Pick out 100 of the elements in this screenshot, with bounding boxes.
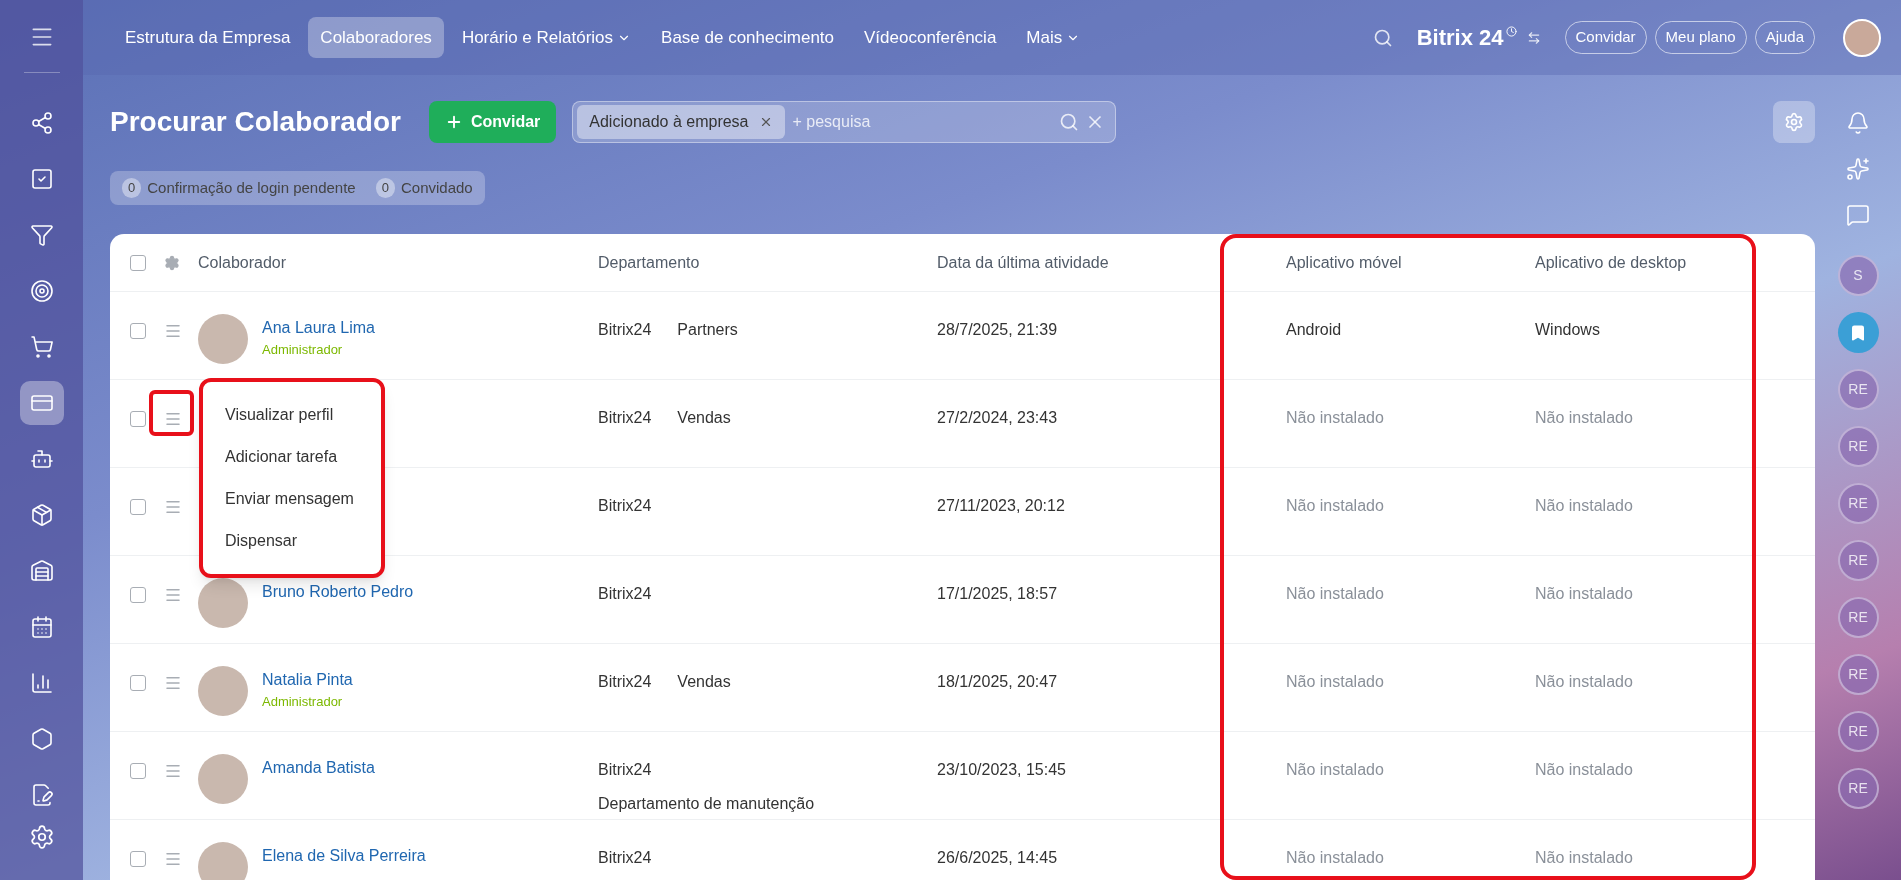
settings-icon [1784,112,1804,132]
activity-date: 17/1/2025, 18:57 [937,584,1059,604]
column-header[interactable]: Data da última atividade [937,250,1286,275]
contact-avatar[interactable]: RE [1837,369,1879,410]
department-text: Partners [677,320,738,340]
logo[interactable]: Bitrix 24 [1416,21,1504,54]
menu-item[interactable]: Visualizar perfil [203,394,381,436]
department-text: Bitrix24 [598,760,652,780]
mobile-app-status: Não instalado [1286,848,1385,868]
mobile-app-status: Não instalado [1286,760,1385,780]
department-text: Bitrix24 [598,672,652,692]
sparkle-icon[interactable] [1846,157,1870,181]
menu-item[interactable]: Dispensar [203,520,381,562]
settings-button[interactable] [1773,101,1815,143]
swap-icon[interactable] [1526,30,1541,45]
box-icon [29,503,54,527]
activity-date: 28/7/2025, 21:39 [937,320,1059,340]
activity-date: 27/2/2024, 23:43 [937,408,1059,428]
column-header[interactable]: Colaborador [198,250,598,275]
row-menu-icon[interactable] [164,322,182,340]
nav-tab[interactable]: Estrutura da Empresa [113,16,303,59]
search-field[interactable]: Adicionado à empresa + pesquisa [572,101,1117,143]
clock-icon [1505,26,1517,37]
nav-tab[interactable]: Colaboradores [308,16,444,59]
mobile-app-status: Não instalado [1286,408,1385,428]
activity-date: 23/10/2023, 15:45 [937,760,1067,780]
gear-icon[interactable] [164,254,180,271]
activity-date: 27/11/2023, 20:12 [937,496,1066,516]
nodes-icon [29,111,54,135]
target-icon [29,279,54,303]
invite-button[interactable]: Convidar [428,101,557,143]
desktop-app-status: Não instalado [1535,496,1634,516]
desktop-app-status: Não instalado [1535,584,1634,604]
row-menu-icon[interactable] [164,586,182,604]
nav-tab[interactable]: Horário e Relatórios [449,16,644,59]
row-menu-icon[interactable] [164,410,182,428]
row-checkbox[interactable] [130,411,146,427]
cart-icon [29,335,54,359]
nav-tab[interactable]: Vídeoconferência [852,16,1009,59]
row-menu-icon[interactable] [164,498,182,516]
row-checkbox[interactable] [130,851,146,867]
menu-item[interactable]: Enviar mensagem [203,478,381,520]
bell-icon[interactable] [1846,111,1870,135]
menu-item[interactable]: Adicionar tarefa [203,436,381,478]
row-checkbox[interactable] [130,675,146,691]
department-text: Bitrix24 [598,584,652,604]
row-menu-icon[interactable] [164,762,182,780]
employee-name-link[interactable]: Amanda Batista [262,756,375,780]
nav-tab[interactable]: Mais [1014,16,1093,59]
chat-icon[interactable] [1846,203,1870,227]
employee-name-link[interactable]: Ana Laura Lima [262,316,375,340]
funnel-icon [29,223,54,247]
settings-icon[interactable] [28,824,55,850]
contact-avatar[interactable]: RE [1837,597,1879,638]
department-text: Vendas [677,408,731,428]
robot-icon [29,447,54,471]
row-checkbox[interactable] [130,763,146,779]
role-label: Administrador [262,693,344,711]
role-label: Administrador [262,341,344,359]
employee-name-link[interactable]: Elena de Silva Perreira [262,844,426,868]
column-header[interactable]: Aplicativo de desktop [1535,250,1815,275]
column-header[interactable]: Departamento [598,250,937,275]
department-text: Departamento de manutenção [598,794,816,814]
row-menu-icon[interactable] [164,674,182,692]
contact-avatar[interactable]: RE [1837,483,1879,524]
row-checkbox[interactable] [130,587,146,603]
row-checkbox[interactable] [130,499,146,515]
counter-label[interactable]: Confirmação de login pendente [147,176,356,200]
contact-avatar[interactable]: RE [1837,426,1879,467]
employee-name-link[interactable]: Natalia Pinta [262,668,353,692]
bookmark-icon [1849,323,1867,342]
department-text: Vendas [677,672,731,692]
bar-chart-icon [29,671,54,695]
counter-badge: 0 [122,178,142,198]
nav-tab[interactable]: Base de conhecimento [649,16,846,59]
desktop-app-status: Não instalado [1535,760,1634,780]
bookmark-button[interactable] [1837,312,1879,353]
activity-date: 26/6/2025, 14:45 [937,848,1059,868]
contact-avatar[interactable]: S [1837,255,1879,296]
counter-label[interactable]: Convidado [400,176,473,200]
checkbox-icon [29,167,54,191]
row-menu-icon[interactable] [164,850,182,868]
department-text: Bitrix24 [598,496,652,516]
contact-avatar[interactable]: RE [1837,540,1879,581]
column-header[interactable]: Aplicativo móvel [1286,250,1535,275]
desktop-app-status: Windows [1535,320,1601,340]
search-icon[interactable] [1059,112,1080,132]
employee-name-link[interactable]: Bruno Roberto Pedro [262,580,414,604]
contact-avatar[interactable]: RE [1837,654,1879,695]
search-icon[interactable] [1372,27,1393,48]
sidebar-item[interactable] [19,381,64,425]
desktop-app-status: Não instalado [1535,672,1634,692]
user-avatar[interactable] [1843,18,1881,57]
contact-avatar[interactable]: RE [1837,711,1879,752]
row-checkbox[interactable] [130,323,146,339]
row-checkbox[interactable] [130,254,146,271]
department-text: Bitrix24 [598,320,652,340]
contact-avatar[interactable]: RE [1837,768,1879,809]
filter-tag[interactable]: Adicionado à empresa [577,105,785,139]
search-input[interactable]: + pesquisa [792,110,1060,134]
